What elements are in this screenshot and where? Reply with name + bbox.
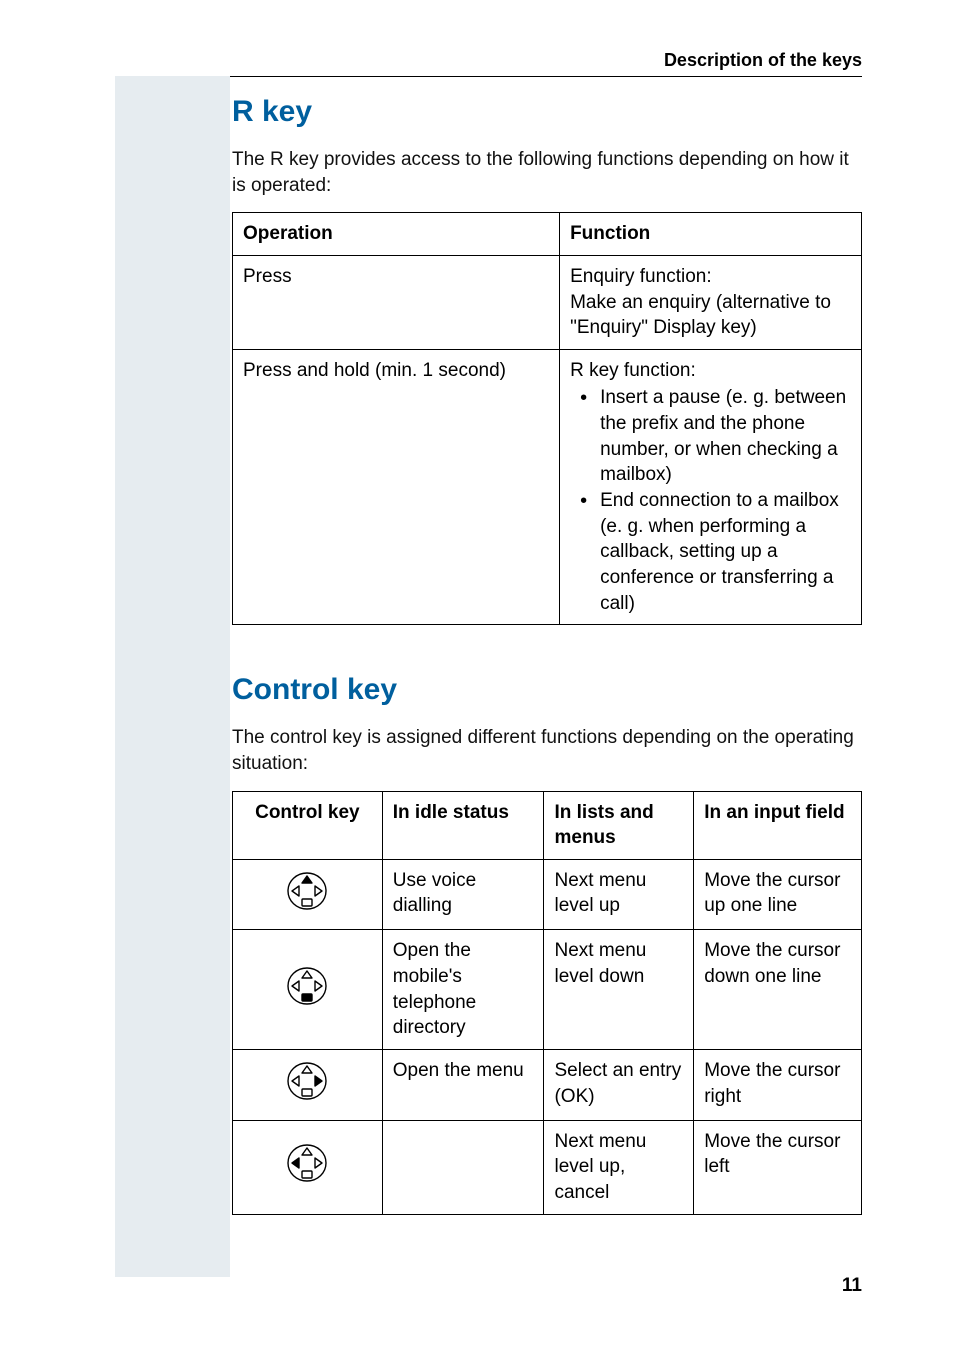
th-lists: In lists and menus xyxy=(544,791,694,859)
function-body: Make an enquiry (alternative to "Enquiry… xyxy=(570,290,851,341)
function-lead: Enquiry function: xyxy=(570,264,851,290)
cell-idle: Open the mobile's telephone directory xyxy=(382,930,544,1050)
th-input: In an input field xyxy=(694,791,862,859)
dpad-down-icon xyxy=(286,965,328,1007)
dpad-left-icon xyxy=(286,1142,328,1184)
function-bullets: Insert a pause (e. g. between the prefix… xyxy=(570,385,851,616)
cell-idle xyxy=(382,1120,544,1214)
cell-lists: Next menu level up xyxy=(544,859,694,930)
cell-idle: Open the menu xyxy=(382,1050,544,1121)
dpad-up-icon xyxy=(286,870,328,912)
cell-lists: Next menu level down xyxy=(544,930,694,1050)
cell-input: Move the cursor left xyxy=(694,1120,862,1214)
section-title-r-key: R key xyxy=(232,95,862,129)
bullet-item: End connection to a mailbox (e. g. when … xyxy=(570,488,851,616)
cell-input: Move the cursor down one line xyxy=(694,930,862,1050)
table-row: Press and hold (min. 1 second) R key fun… xyxy=(233,349,862,624)
th-idle: In idle status xyxy=(382,791,544,859)
icon-cell xyxy=(233,1050,383,1121)
bullet-item: Insert a pause (e. g. between the prefix… xyxy=(570,385,851,488)
left-margin-bar xyxy=(115,76,230,1277)
th-function: Function xyxy=(560,213,862,256)
table-row: Open the mobile's telephone directory Ne… xyxy=(233,930,862,1050)
page: Description of the keys R key The R key … xyxy=(0,0,954,1352)
cell-operation: Press and hold (min. 1 second) xyxy=(233,349,560,624)
r-key-table: Operation Function Press Enquiry functio… xyxy=(232,212,862,625)
cell-lists: Select an entry (OK) xyxy=(544,1050,694,1121)
cell-input: Move the cursor up one line xyxy=(694,859,862,930)
table-row: Next menu level up, cancel Move the curs… xyxy=(233,1120,862,1214)
icon-cell xyxy=(233,1120,383,1214)
table-row: Use voice dialling Next menu level up Mo… xyxy=(233,859,862,930)
cell-operation: Press xyxy=(233,255,560,349)
table-row: Open the menu Select an entry (OK) Move … xyxy=(233,1050,862,1121)
content: R key The R key provides access to the f… xyxy=(232,55,862,1215)
section1-intro: The R key provides access to the followi… xyxy=(232,147,862,198)
page-number: 11 xyxy=(842,1275,862,1297)
th-control-key: Control key xyxy=(233,791,383,859)
dpad-right-icon xyxy=(286,1060,328,1102)
cell-function: Enquiry function: Make an enquiry (alter… xyxy=(560,255,862,349)
table-row: Press Enquiry function: Make an enquiry … xyxy=(233,255,862,349)
icon-cell xyxy=(233,930,383,1050)
section2-intro: The control key is assigned different fu… xyxy=(232,725,862,776)
th-operation: Operation xyxy=(233,213,560,256)
cell-function: R key function: Insert a pause (e. g. be… xyxy=(560,349,862,624)
icon-cell xyxy=(233,859,383,930)
section-title-control-key: Control key xyxy=(232,673,862,707)
function-lead: R key function: xyxy=(570,358,851,384)
running-header: Description of the keys xyxy=(664,50,862,71)
control-key-table: Control key In idle status In lists and … xyxy=(232,791,862,1215)
cell-lists: Next menu level up, cancel xyxy=(544,1120,694,1214)
cell-idle: Use voice dialling xyxy=(382,859,544,930)
cell-input: Move the cursor right xyxy=(694,1050,862,1121)
